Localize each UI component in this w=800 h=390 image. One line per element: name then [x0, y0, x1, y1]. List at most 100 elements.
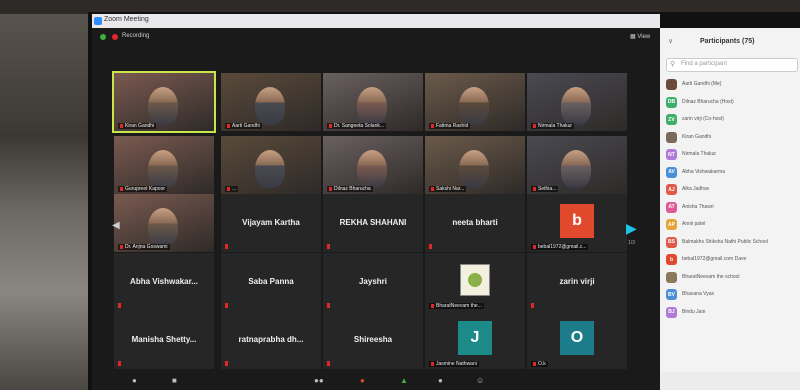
- muted-microphone-icon: [327, 303, 330, 308]
- participant-name: Nirmala Thakur: [682, 151, 717, 157]
- participants-footer: [660, 372, 800, 390]
- participant-tile[interactable]: Sethia...: [527, 136, 627, 194]
- participant-video-figure: [561, 150, 591, 188]
- participant-tile[interactable]: Nirmala Thakur: [527, 73, 627, 131]
- participant-name: zarin virji (Co-host): [682, 116, 724, 122]
- recording-dot-icon: [112, 34, 118, 40]
- participant-name: Anisha Thawri: [682, 203, 714, 210]
- participant-tile[interactable]: Dr. Sangeeta Solank...: [323, 73, 423, 131]
- participant-list-item[interactable]: b bebal1972@gmail.com Dave: [666, 253, 798, 267]
- mute-microphone-icon[interactable]: ●: [132, 376, 137, 385]
- search-placeholder: Find a participant: [681, 61, 728, 67]
- collapse-panel-icon[interactable]: ∨: [668, 37, 673, 45]
- participant-name: Aarti Gandhi (Me): [682, 81, 722, 87]
- participant-name: bebal1972@gmail.com Dave: [682, 256, 747, 262]
- participant-tile[interactable]: Manisha Shetty...: [114, 311, 214, 369]
- school-logo-icon: [460, 263, 490, 296]
- participant-name: BharatNeevam the school: [682, 273, 740, 280]
- participant-tile[interactable]: ...: [221, 136, 321, 194]
- participant-tile-name: Aarti Gandhi: [225, 123, 262, 129]
- participant-tile[interactable]: Abha Vishwakar...: [114, 253, 214, 311]
- muted-microphone-icon: [327, 244, 330, 249]
- reactions-icon[interactable]: ☺: [476, 376, 484, 385]
- participant-tile[interactable]: Dilnaz Bharucha: [323, 136, 423, 194]
- recording-label: Recording: [122, 33, 150, 39]
- participant-name: Alka Jadhav: [682, 186, 710, 192]
- participant-list-item[interactable]: AT Anisha Thawri: [666, 201, 798, 215]
- participant-tile-name: O.k: [531, 361, 548, 367]
- participant-tile[interactable]: Fatima Rashid: [425, 73, 525, 131]
- participant-tile[interactable]: Vijayam Kartha: [221, 194, 321, 252]
- participant-tile[interactable]: zarin virji: [527, 253, 627, 311]
- participant-tile-name: Dr. Anjna Goswami: [118, 244, 170, 250]
- participant-list-item[interactable]: AP Annii patel: [666, 218, 798, 232]
- prev-page-arrow-icon[interactable]: ◀: [112, 220, 120, 231]
- participant-tile-name: zarin virji: [559, 277, 595, 287]
- participant-avatar: ZV: [666, 114, 677, 125]
- participant-tile-name: Sakshi Nar...: [429, 186, 467, 192]
- participant-tile-name: bebal1972@gmail.c...: [531, 244, 589, 250]
- participant-tile[interactable]: REKHA SHAHANI: [323, 194, 423, 252]
- participant-tile[interactable]: Aarti Gandhi: [221, 73, 321, 131]
- participants-icon[interactable]: ●●: [314, 376, 324, 385]
- participant-tile[interactable]: O O.k: [527, 311, 627, 369]
- participant-video-figure: [357, 87, 387, 125]
- participant-tile[interactable]: ratnaprabha dh...: [221, 311, 321, 369]
- participant-tile[interactable]: neeta bharti: [425, 194, 525, 252]
- participant-list-item[interactable]: BJ Bindu Jain: [666, 306, 798, 320]
- participant-list-item[interactable]: Kiran Gandhi: [666, 131, 798, 145]
- search-icon: ⚲: [670, 61, 676, 68]
- participant-avatar: O: [560, 320, 594, 355]
- security-shield-icon[interactable]: [100, 34, 106, 40]
- participant-list-item[interactable]: AV Abha Vishwakarma: [666, 166, 798, 180]
- participant-list-item[interactable]: BS Balmakhs Shiksha Nathi Public School: [666, 236, 798, 250]
- participant-search-input[interactable]: ⚲ Find a participant: [666, 58, 798, 72]
- participant-tile[interactable]: Sakshi Nar...: [425, 136, 525, 194]
- participant-avatar: AT: [666, 201, 677, 213]
- participant-list-item[interactable]: ZV zarin virji (Co-host): [666, 113, 798, 127]
- participant-avatar: AP: [666, 219, 677, 230]
- view-label: View: [637, 34, 651, 40]
- muted-microphone-icon: [429, 244, 432, 249]
- record-icon[interactable]: ●: [438, 376, 443, 385]
- participant-tile[interactable]: J Jasmine Nathwani: [425, 311, 525, 369]
- participant-avatar: NT: [666, 149, 677, 160]
- participant-avatar: AV: [666, 166, 677, 178]
- participant-tile[interactable]: BharatNeevam the...: [425, 253, 525, 311]
- participant-name: Kiran Gandhi: [682, 133, 712, 140]
- participant-avatar: AJ: [666, 184, 677, 195]
- participant-list-item[interactable]: AJ Alka Jadhav: [666, 183, 798, 197]
- participant-video-figure: [561, 87, 591, 125]
- participant-tile[interactable]: Shireesha: [323, 311, 423, 369]
- participant-tile[interactable]: b bebal1972@gmail.c...: [527, 194, 627, 252]
- background-room: [0, 0, 92, 390]
- muted-microphone-icon: [118, 303, 121, 308]
- participant-list-item[interactable]: BV Bhavana Vyas: [666, 288, 798, 302]
- participant-name: Annii patel: [682, 221, 706, 227]
- share-screen-icon[interactable]: ▲: [400, 376, 408, 385]
- participant-tile[interactable]: Dr. Anjna Goswami: [114, 194, 214, 252]
- participant-tile[interactable]: Jayshri: [323, 253, 423, 311]
- participant-name: Abha Vishwakarma: [682, 168, 725, 175]
- window-title: Zoom Meeting: [104, 16, 149, 23]
- participant-avatar: [666, 79, 677, 90]
- chat-icon[interactable]: ●: [360, 376, 365, 385]
- participant-tile[interactable]: Saba Panna: [221, 253, 321, 311]
- next-page-arrow-icon[interactable]: ▶: [626, 220, 637, 237]
- participant-video-figure: [459, 87, 489, 125]
- muted-microphone-icon: [225, 244, 228, 249]
- participant-video-figure: [459, 150, 489, 188]
- participant-tile-name: Gurupreet Kapoor: [118, 186, 168, 192]
- participant-list-item[interactable]: Aarti Gandhi (Me): [666, 78, 798, 92]
- participant-avatar: b: [560, 203, 594, 238]
- participant-tile-name: Nirmala Thakur: [531, 123, 575, 129]
- video-camera-icon[interactable]: ■: [172, 376, 177, 385]
- participant-tile-name: Fatima Rashid: [429, 123, 471, 129]
- view-button[interactable]: ▦ View: [630, 33, 650, 40]
- participant-list-item[interactable]: BharatNeevam the school: [666, 271, 798, 285]
- participant-list-item[interactable]: NT Nirmala Thakur: [666, 148, 798, 162]
- participant-tile-name: Sethia...: [531, 186, 559, 192]
- participant-list-item[interactable]: DB Dilnaz Bharucha (Host): [666, 96, 798, 110]
- participant-tile[interactable]: Gurupreet Kapoor: [114, 136, 214, 194]
- participant-tile[interactable]: Kiran Gandhi: [112, 71, 216, 133]
